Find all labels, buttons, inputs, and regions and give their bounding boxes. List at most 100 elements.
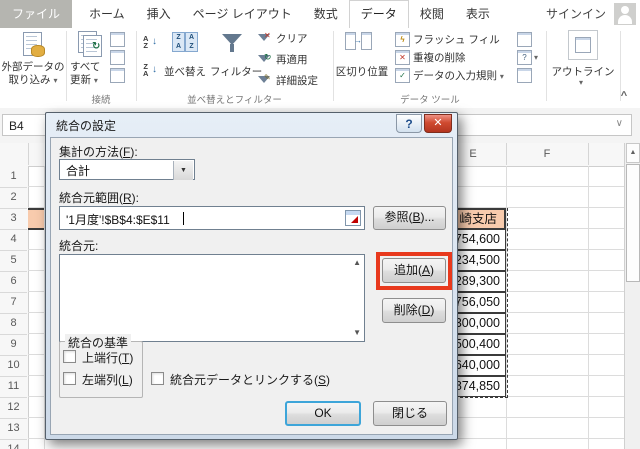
tab-data[interactable]: データ (348, 0, 409, 28)
browse-button[interactable]: 参照(B)... (373, 206, 446, 230)
tab-file[interactable]: ファイル (0, 0, 73, 28)
remove-duplicates-button[interactable]: 重複の削除 (413, 50, 466, 65)
sort-button[interactable]: 並べ替え (160, 64, 210, 79)
tab-review[interactable]: 校閲 (409, 0, 455, 28)
tab-page-layout[interactable]: ページ レイアウト (182, 0, 303, 28)
what-if-analysis-icon[interactable]: ? (517, 50, 532, 65)
scroll-up-icon[interactable]: ▲ (353, 259, 361, 267)
row-header[interactable]: 11 (0, 376, 27, 398)
data-validation-icon: ✓ (395, 68, 410, 83)
tab-home[interactable]: ホーム (78, 0, 136, 28)
row-header[interactable]: 6 (0, 271, 27, 293)
flash-fill-icon: ϟ (395, 32, 410, 47)
row-header[interactable]: 4 (0, 229, 27, 251)
all-references-listbox[interactable]: ▲ ▼ (59, 254, 365, 342)
clear-button[interactable]: クリア (276, 31, 308, 46)
filter-button[interactable]: フィルター (210, 64, 262, 79)
row-header[interactable]: 1 (0, 166, 27, 188)
link-source-checkbox[interactable] (151, 372, 164, 385)
top-row-checkbox[interactable] (63, 350, 76, 363)
text-to-columns-button[interactable]: 区切り位置 (333, 64, 391, 79)
row-header[interactable]: 7 (0, 292, 27, 314)
row-header[interactable]: 12 (0, 397, 27, 419)
dropdown-arrow-icon: ▾ (53, 75, 58, 85)
row-header[interactable]: 14 (0, 439, 27, 449)
ribbon-tab-bar: ファイル ホーム 挿入 ページ レイアウト 数式 データ 校閲 表示 サインイン (0, 0, 640, 28)
group-label-sort-filter: 並べ替えとフィルター (187, 95, 282, 106)
link-source-label[interactable]: 統合元データとリンクする(S) (170, 371, 330, 388)
reference-input[interactable]: '1月度'!$B$4:$E$11 (59, 206, 365, 230)
sort-ascending-icon[interactable]: AZ (143, 35, 148, 50)
delete-button[interactable]: 削除(D) (382, 298, 446, 323)
ok-button[interactable]: OK (285, 401, 361, 426)
sign-in-link[interactable]: サインイン (546, 0, 614, 28)
left-column-checkbox[interactable] (63, 372, 76, 385)
add-button[interactable]: 追加(A) (382, 258, 446, 283)
vertical-scrollbar[interactable]: ▲ (624, 143, 640, 449)
flash-fill-button[interactable]: フラッシュ フィル (413, 32, 500, 47)
database-icon (31, 45, 45, 57)
sort-descending-icon[interactable]: ZA (143, 63, 148, 78)
marching-ants-selection (507, 208, 508, 398)
consolidate-icon[interactable] (517, 32, 532, 47)
column-header-partial[interactable] (588, 143, 625, 165)
dropdown-arrow-icon: ▾ (534, 53, 539, 62)
row-header[interactable]: 2 (0, 187, 27, 209)
edit-links-icon[interactable] (110, 68, 125, 83)
help-icon[interactable]: ? (396, 114, 422, 133)
left-column-label[interactable]: 左端列(L) (82, 371, 133, 388)
select-all-corner[interactable] (0, 143, 29, 165)
group-label-data-tools: データ ツール (400, 95, 460, 106)
advanced-button[interactable]: 詳細設定 (276, 73, 318, 88)
connection-properties-icon[interactable] (110, 32, 125, 47)
close-icon[interactable]: ✕ (424, 114, 452, 133)
reference-value: '1月度'!$B$4:$E$11 (66, 213, 170, 227)
column-header-f[interactable]: F (506, 143, 589, 165)
row-header[interactable]: 8 (0, 313, 27, 335)
group-label-connections: 接続 (91, 95, 111, 106)
tab-formulas[interactable]: 数式 (303, 0, 349, 28)
collapse-ribbon-icon[interactable]: ^ (616, 90, 632, 104)
get-external-data-icon (23, 32, 45, 57)
outline-button[interactable]: アウトライン (546, 64, 620, 79)
dialog-close-button[interactable]: 閉じる (373, 401, 447, 426)
row-header[interactable]: 9 (0, 334, 27, 356)
row-header[interactable]: 5 (0, 250, 27, 272)
tab-insert[interactable]: 挿入 (136, 0, 182, 28)
function-selected-value: 合計 (66, 164, 91, 178)
dialog-title: 統合の設定 (56, 119, 117, 133)
get-external-data-button[interactable]: 外部データの 取り込み ▾ (0, 61, 66, 87)
scrollbar-thumb[interactable] (626, 164, 640, 282)
chevron-down-icon[interactable]: ▼ (173, 161, 193, 180)
user-avatar-icon[interactable] (614, 3, 636, 25)
row-header[interactable]: 10 (0, 355, 27, 377)
scroll-down-icon[interactable]: ▼ (353, 329, 361, 337)
relationships-icon[interactable] (517, 68, 532, 83)
reference-label: 統合元範囲(R): (59, 191, 140, 205)
row-header[interactable]: 13 (0, 418, 27, 440)
outline-group-icon (568, 30, 598, 60)
function-dropdown[interactable]: 合計 ▼ (59, 159, 195, 180)
header-cell-sliver (28, 208, 44, 230)
top-row-label[interactable]: 上端行(T) (82, 349, 133, 366)
row-header-column: 1 2 3 4 5 6 7 8 9 10 11 12 13 14 (0, 166, 29, 449)
tab-view[interactable]: 表示 (455, 0, 501, 28)
properties-icon[interactable] (110, 50, 125, 65)
excel-window: ファイル ホーム 挿入 ページ レイアウト 数式 データ 校閲 表示 サインイン… (0, 0, 640, 449)
function-label: 集計の方法(F): (59, 145, 138, 159)
collapse-dialog-icon[interactable] (345, 210, 361, 231)
dialog-body: 集計の方法(F): 合計 ▼ 統合元範囲(R): '1月度'!$B$4:$E$1… (50, 137, 453, 435)
row-header[interactable]: 3 (0, 208, 27, 230)
scroll-up-icon[interactable]: ▲ (626, 143, 640, 163)
reapply-button[interactable]: 再適用 (276, 52, 308, 67)
name-box[interactable]: B4 (2, 114, 48, 136)
refresh-all-button[interactable]: すべて 更新 ▾ (70, 61, 110, 87)
dropdown-arrow-icon: ▾ (499, 72, 504, 81)
text-caret (183, 212, 184, 225)
formula-bar-expand-icon[interactable]: ∨ (616, 118, 623, 129)
data-validation-button[interactable]: データの入力規則 ▾ (413, 68, 504, 83)
dropdown-arrow-icon: ▾ (579, 78, 584, 87)
consolidate-dialog: 統合の設定 ? ✕ 集計の方法(F): 合計 ▼ 統合元範囲(R): '1月度'… (45, 112, 458, 440)
sort-dialog-icon: ZA (172, 32, 185, 52)
refresh-arrows-icon: ↻ (92, 41, 101, 52)
